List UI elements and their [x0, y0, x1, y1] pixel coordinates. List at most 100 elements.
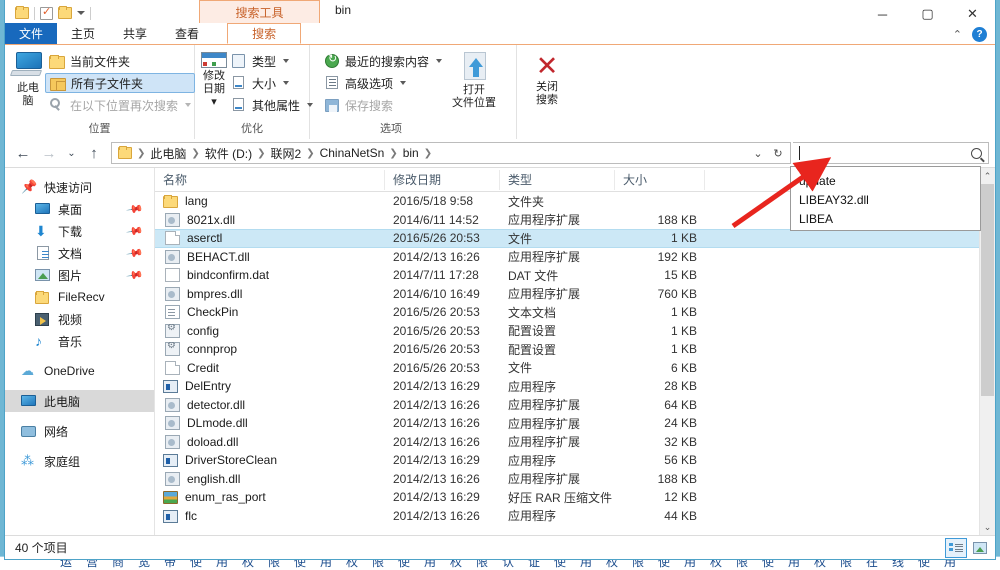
table-row[interactable]: config 2016/5/26 20:53 配置设置 1 KB: [155, 322, 995, 341]
chevron-up-icon[interactable]: ⌃: [953, 28, 962, 41]
address-dropdown-button[interactable]: ⌄: [748, 143, 768, 163]
close-button[interactable]: ✕: [950, 0, 995, 28]
sidebar-item-onedrive[interactable]: ☁ OneDrive: [5, 360, 154, 382]
column-header-type[interactable]: 类型: [500, 169, 615, 190]
config-icon: [165, 323, 180, 338]
breadcrumb-item-3[interactable]: ChinaNetSn: [316, 146, 389, 160]
folder-icon: [118, 146, 132, 159]
sidebar-item-pictures[interactable]: 图片 📌: [5, 264, 154, 286]
scroll-up-button[interactable]: ⌃: [980, 168, 995, 184]
breadcrumb-item-2[interactable]: 联网2: [267, 145, 306, 162]
column-header-size[interactable]: 大小: [615, 169, 705, 190]
scrollbar-thumb[interactable]: [981, 184, 994, 396]
sidebar-item-documents[interactable]: 文档 📌: [5, 242, 154, 264]
autocomplete-item-2[interactable]: LIBEA: [791, 209, 980, 228]
tab-view[interactable]: 查看: [161, 23, 213, 44]
sidebar-item-downloads[interactable]: ⬇ 下载 📌: [5, 220, 154, 242]
pin-icon[interactable]: 📌: [126, 266, 145, 285]
breadcrumb-item-0[interactable]: 此电脑: [146, 145, 190, 162]
recent-searches-button[interactable]: 最近的搜索内容: [320, 51, 446, 71]
table-row[interactable]: CheckPin 2016/5/26 20:53 文本文档 1 KB: [155, 303, 995, 322]
sidebar-item-music[interactable]: ♪ 音乐: [5, 330, 154, 352]
chevron-down-icon[interactable]: [436, 59, 443, 63]
sidebar-item-quick-access[interactable]: 📌 快速访问: [5, 176, 154, 198]
chevron-down-icon[interactable]: [283, 59, 290, 63]
table-row[interactable]: doload.dll 2014/2/13 16:26 应用程序扩展 32 KB: [155, 433, 995, 452]
refresh-button[interactable]: ↻: [768, 143, 788, 163]
column-header-name[interactable]: 名称 ⌃: [155, 169, 385, 190]
search-input[interactable]: [793, 142, 989, 164]
type-filter-button[interactable]: 类型: [227, 51, 317, 71]
table-row[interactable]: bmpres.dll 2014/6/10 16:49 应用程序扩展 760 KB: [155, 285, 995, 304]
chevron-down-icon[interactable]: [400, 81, 407, 85]
file-date-cell: 2016/5/26 20:53: [393, 323, 480, 338]
current-folder-button[interactable]: 当前文件夹: [45, 51, 195, 71]
all-subfolders-button[interactable]: 所有子文件夹: [45, 73, 196, 93]
autocomplete-item-0[interactable]: update: [791, 171, 980, 190]
history-dropdown-button[interactable]: ⌄: [63, 141, 80, 165]
date-modified-button[interactable]: 修改 日期 ▾: [201, 49, 227, 109]
new-folder-icon[interactable]: [58, 6, 72, 19]
pin-icon[interactable]: 📌: [126, 244, 145, 263]
search-again-button[interactable]: 在以下位置再次搜索: [45, 95, 195, 115]
status-bar: 40 个项目: [5, 535, 995, 559]
folder-icon[interactable]: [15, 6, 29, 19]
customize-caret-icon[interactable]: [77, 11, 85, 15]
table-row[interactable]: bindconfirm.dat 2014/7/11 17:28 DAT 文件 15 K…: [155, 266, 995, 285]
table-row[interactable]: DriverStoreClean 2014/2/13 16:29 应用程序 56 KB: [155, 451, 995, 470]
column-header-date[interactable]: 修改日期: [385, 169, 500, 190]
address-bar[interactable]: ❯ 此电脑 ❯ 软件 (D:) ❯ 联网2 ❯ ChinaNetSn ❯ bin…: [111, 142, 791, 164]
table-row[interactable]: aserctl 2016/5/26 20:53 文件 1 KB: [155, 229, 995, 248]
up-button[interactable]: ↑: [82, 141, 106, 165]
table-row[interactable]: connprop 2016/5/26 20:53 配置设置 1 KB: [155, 340, 995, 359]
network-icon: [21, 423, 37, 439]
help-icon[interactable]: ?: [972, 27, 987, 42]
maximize-button[interactable]: ▢: [905, 0, 950, 28]
pin-icon[interactable]: 📌: [126, 200, 145, 219]
table-row[interactable]: english.dll 2014/2/13 16:26 应用程序扩展 188 KB: [155, 470, 995, 489]
breadcrumb-item-4[interactable]: bin: [399, 146, 423, 160]
sidebar-item-this-pc[interactable]: 此电脑: [5, 390, 154, 412]
chevron-down-icon[interactable]: [283, 81, 290, 85]
table-row[interactable]: BEHACT.dll 2014/2/13 16:26 应用程序扩展 192 KB: [155, 248, 995, 267]
table-row[interactable]: flc 2014/2/13 16:26 应用程序 44 KB: [155, 507, 995, 526]
save-search-button[interactable]: 保存搜索: [320, 95, 446, 115]
breadcrumb-item-1[interactable]: 软件 (D:): [201, 145, 256, 162]
table-row[interactable]: Credit 2016/5/26 20:53 文件 6 KB: [155, 359, 995, 378]
other-properties-button[interactable]: 其他属性: [227, 95, 317, 115]
autocomplete-item-1[interactable]: LIBEAY32.dll: [791, 190, 980, 209]
scroll-down-button[interactable]: ⌄: [980, 519, 995, 535]
sidebar-item-network[interactable]: 网络: [5, 420, 154, 442]
sidebar-item-filerecv[interactable]: FileRecv: [5, 286, 154, 308]
close-search-button[interactable]: ✕ 关闭 搜索: [523, 49, 571, 107]
sidebar-item-desktop[interactable]: 桌面 📌: [5, 198, 154, 220]
table-row[interactable]: DelEntry 2014/2/13 16:29 应用程序 28 KB: [155, 377, 995, 396]
vertical-scrollbar[interactable]: ⌃ ⌄: [979, 168, 995, 535]
tab-home[interactable]: 主页: [57, 23, 109, 44]
this-pc-icon: [21, 393, 37, 409]
properties-icon[interactable]: [40, 5, 53, 20]
advanced-options-button[interactable]: 高级选项: [320, 73, 446, 93]
size-filter-button[interactable]: 大小: [227, 73, 317, 93]
table-row[interactable]: detector.dll 2014/2/13 16:26 应用程序扩展 64 KB: [155, 396, 995, 415]
pin-icon[interactable]: 📌: [126, 222, 145, 241]
table-row[interactable]: enum_ras_port 2014/2/13 16:29 好压 RAR 压缩文件 1…: [155, 488, 995, 507]
forward-button[interactable]: →: [37, 141, 61, 165]
sidebar-item-homegroup[interactable]: ⁂ 家庭组: [5, 450, 154, 472]
file-name-label: Credit: [187, 360, 220, 375]
open-file-location-button[interactable]: 打开 文件位置: [446, 49, 502, 110]
back-button[interactable]: ←: [11, 141, 35, 165]
tab-share[interactable]: 共享: [109, 23, 161, 44]
thumbnail-view-button[interactable]: [969, 538, 991, 558]
table-row[interactable]: DLmode.dll 2014/2/13 16:26 应用程序扩展 24 KB: [155, 414, 995, 433]
chevron-down-icon[interactable]: [185, 103, 192, 107]
tab-file[interactable]: 文件: [5, 23, 58, 44]
minimize-button[interactable]: ─: [860, 0, 905, 28]
details-view-button[interactable]: [945, 537, 967, 558]
sidebar-item-videos[interactable]: 视频: [5, 308, 154, 330]
this-pc-button[interactable]: 此电 脑: [9, 49, 45, 108]
file-date-cell: 2016/5/18 9:58: [393, 194, 474, 209]
search-icon[interactable]: [971, 147, 982, 159]
scrollbar-track[interactable]: [980, 184, 995, 519]
tab-search[interactable]: 搜索: [227, 23, 302, 44]
